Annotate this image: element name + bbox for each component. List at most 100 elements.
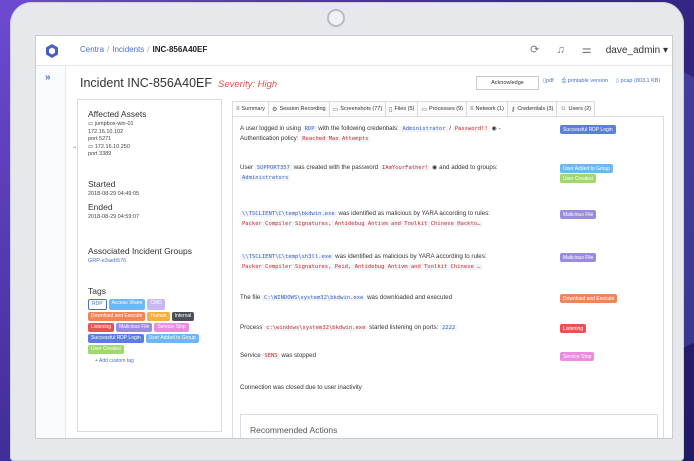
tab-label: Users (2): [568, 106, 592, 112]
refresh-icon[interactable]: ⟳: [528, 43, 542, 57]
monitor-icon: ▭: [88, 143, 94, 150]
settings-sliders-icon[interactable]: ⚌: [580, 43, 594, 57]
tab-network[interactable]: ≡ Network (1): [466, 101, 508, 117]
ended-value: 2018-08-29 04:59:07: [88, 214, 140, 220]
pdf-link[interactable]: ▯pdf: [543, 78, 554, 85]
event-text: Connection was closed due to user inacti…: [240, 384, 362, 391]
event-tag-badge[interactable]: Download and Execute: [560, 294, 618, 303]
event-code: Packer Compiler Signatures, Antidebug An…: [240, 221, 483, 227]
tab-summary[interactable]: ≡ Summary: [232, 101, 270, 117]
tag-badge[interactable]: User Added to Group: [145, 333, 199, 343]
event-code: Packer Compiler Signatures, Peid, Antide…: [240, 264, 483, 270]
event-code: \\TSCLIENT\C\temp\sh3ll.exe: [240, 254, 334, 260]
asset-2-ip: 172.16.10.250: [94, 143, 130, 150]
asset-2[interactable]: ↔ ▭ 172.16.10.250 port 3389: [72, 143, 211, 159]
recommended-actions-title: Recommended Actions: [250, 425, 338, 435]
asset-1[interactable]: ▭ jumpbox-win-01 172.16.10.102 port 5271: [88, 121, 211, 144]
event-text: The file: [240, 294, 263, 301]
incident-title: Incident INC-856A40EF: [80, 76, 213, 90]
tag-badge[interactable]: Access Share: [108, 298, 146, 310]
recommended-actions-panel: Recommended Actions: [240, 414, 658, 438]
add-custom-tag-link[interactable]: + Add custom tag: [95, 358, 211, 364]
page-title: Incident INC-856A40EF Severity: High: [80, 76, 277, 90]
tag-badge[interactable]: Human: [147, 311, 170, 321]
window-icon: ▭: [421, 106, 428, 113]
tag-badge[interactable]: Successful RDP Login: [88, 333, 144, 343]
monitor-icon: ▭: [332, 106, 339, 113]
event-code: RDP: [302, 126, 317, 132]
summary-icon: ≡: [236, 106, 240, 112]
incident-header: Incident INC-856A40EF Severity: High Ackn…: [66, 66, 672, 100]
tab-credentials[interactable]: ⚷ Credentials (3): [507, 101, 558, 117]
event-item: \\TSCLIENT\C\temp\bkdwin.exe was identif…: [240, 209, 560, 229]
tag-badge[interactable]: User Created: [88, 344, 124, 354]
expand-sidebar-icon[interactable]: »: [45, 72, 51, 83]
tag-badge[interactable]: Service Stop: [154, 322, 189, 332]
event-code: IAmYourFather!: [379, 165, 431, 171]
tag-badge[interactable]: Malicious File: [116, 322, 153, 332]
printable-version-link[interactable]: ⎙ printable version: [562, 78, 608, 85]
tab-processes[interactable]: ▭ Processes (9): [418, 101, 467, 117]
event-tag-badge[interactable]: Successful RDP Login: [560, 125, 616, 134]
event-text: Authentication policy:: [240, 135, 301, 142]
tab-label: Processes (9): [429, 106, 463, 112]
top-bar: Centra / Incidents / INC-856A40EF ⟳ ♫ ⚌ dave…: [36, 36, 672, 66]
camera-icon: [327, 9, 345, 27]
event-tag-badge[interactable]: Service Stop: [560, 352, 595, 361]
event-item: Service SENS was stopped: [240, 351, 560, 361]
tag-list: RDP Access Share CMD Download and Execute Hu…: [88, 298, 211, 354]
event-text: ◉ -: [489, 125, 501, 132]
tag-badge[interactable]: Listening: [88, 322, 115, 332]
event-text: was identified as malicious by YARA acco…: [333, 253, 487, 260]
event-code: C:\WINDOWS\system32\bkdwin.exe: [262, 295, 366, 301]
tab-label: Summary: [241, 106, 266, 112]
bell-icon[interactable]: ♫: [554, 43, 568, 57]
tag-badge[interactable]: Internal: [171, 311, 195, 321]
left-rail: »: [36, 66, 66, 438]
tab-label: Screenshots (77): [340, 106, 383, 112]
acknowledge-button[interactable]: Acknowledge: [476, 76, 539, 90]
printable-label: printable version: [567, 78, 608, 84]
incident-sidebar: Affected Assets ▭ jumpbox-win-01 172.16.…: [72, 99, 222, 432]
event-code: Administrator: [400, 126, 448, 132]
event-item: Process c:\windows\system32\bkdwin.exe s…: [240, 323, 560, 333]
tab-files[interactable]: ▯ Files (5): [386, 101, 419, 117]
breadcrumb-centra[interactable]: Centra: [80, 45, 104, 54]
tag-badge[interactable]: RDP: [88, 298, 107, 310]
asset-1-port: port 5271: [88, 136, 112, 142]
breadcrumb-incidents[interactable]: Incidents: [112, 45, 144, 54]
event-tag-badge[interactable]: User Created: [560, 174, 596, 183]
app-window: Centra / Incidents / INC-856A40EF ⟳ ♫ ⚌ dave…: [35, 35, 673, 439]
chevron-down-icon: ▾: [662, 44, 668, 56]
severity-label: Severity: High: [218, 79, 278, 90]
tab-users[interactable]: ☺ Users (2): [557, 101, 596, 117]
tab-session-recording[interactable]: ⚙ Session Recording: [269, 101, 330, 117]
event-tag-badge[interactable]: User Added to Group: [560, 164, 613, 173]
event-item: \\TSCLIENT\C\temp\sh3ll.exe was identifi…: [240, 252, 560, 272]
event-code: c:\windows\system32\bkdwin.exe: [264, 325, 368, 331]
started-label: Started: [88, 178, 116, 189]
printer-icon: ⎙: [561, 78, 567, 84]
event-tag-badge[interactable]: Malicious File: [560, 210, 597, 219]
pdf-label: pdf: [546, 78, 554, 84]
centra-logo-icon[interactable]: [44, 43, 60, 59]
pcap-link[interactable]: ▯ pcap (803.1 KB): [616, 78, 660, 85]
event-tag-badge[interactable]: Malicious File: [560, 253, 597, 262]
event-item: The file C:\WINDOWS\system32\bkdwin.exe …: [240, 293, 560, 303]
tag-badge[interactable]: CMD: [147, 298, 165, 310]
event-tag-badge[interactable]: Listening: [560, 324, 587, 333]
network-icon: ≡: [469, 106, 474, 112]
tags-heading: Tags: [88, 285, 106, 296]
tab-label: Session Recording: [279, 106, 326, 112]
event-text: was created with the password: [291, 164, 380, 171]
users-icon: ☺: [560, 106, 567, 112]
event-text: Service: [240, 352, 263, 359]
tab-screenshots[interactable]: ▭ Screenshots (77): [329, 101, 387, 117]
breadcrumb-current: INC-856A40EF: [152, 45, 208, 54]
incident-groups-heading: Associated Incident Groups: [88, 245, 192, 256]
tag-badge[interactable]: Download and Execute: [88, 311, 146, 321]
monitor-icon: ▭: [88, 121, 94, 127]
tab-label: Files (5): [394, 106, 415, 112]
pcap-label: pcap (803.1 KB): [620, 78, 661, 84]
user-menu[interactable]: dave_admin ▾: [606, 45, 668, 56]
